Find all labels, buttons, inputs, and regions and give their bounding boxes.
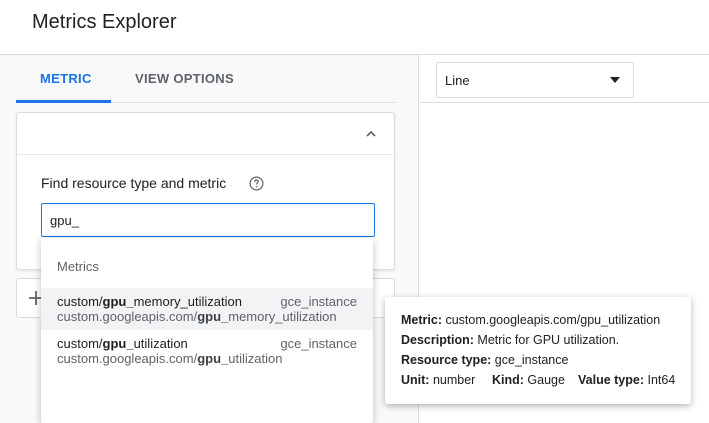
suggestion-metric-path: custom.googleapis.com/gpu_utilization (57, 351, 283, 366)
caret-down-icon (610, 77, 620, 83)
app-header: Metrics Explorer (0, 0, 709, 55)
metric-suggestions-dropdown: Metrics custom/gpu_memory_utilization gc… (41, 238, 373, 423)
tooltip-kind: Kind: Gauge (492, 373, 565, 387)
tooltip-value-type: Value type: Int64 (578, 373, 676, 387)
search-input[interactable] (41, 203, 375, 237)
tab-view-options[interactable]: VIEW OPTIONS (135, 71, 234, 86)
active-tab-indicator (16, 100, 111, 103)
card-header (17, 113, 394, 155)
suggestion-title: custom/gpu_memory_utilization (57, 294, 242, 309)
page-title: Metrics Explorer (32, 11, 177, 33)
chevron-up-icon[interactable] (363, 126, 379, 142)
suggestion-title: custom/gpu_utilization (57, 336, 188, 351)
suggestion-resource-type: gce_instance (280, 336, 357, 351)
tooltip-metric-line: Metric: custom.googleapis.com/gpu_utiliz… (401, 313, 661, 327)
suggestion-metric-path: custom.googleapis.com/gpu_memory_utiliza… (57, 309, 337, 324)
suggestion-resource-type: gce_instance (280, 294, 357, 309)
chart-type-value: Line (445, 73, 470, 88)
metric-details-tooltip: Metric: custom.googleapis.com/gpu_utiliz… (385, 297, 691, 404)
tooltip-description-line: Description: Metric for GPU utilization. (401, 333, 620, 347)
tooltip-resource-type-line: Resource type: gce_instance (401, 353, 569, 367)
tooltip-unit: Unit: number (401, 373, 476, 387)
tab-metric[interactable]: METRIC (40, 71, 92, 86)
tab-bar: METRIC VIEW OPTIONS (16, 55, 395, 103)
find-resource-label: Find resource type and metric (41, 175, 227, 191)
chart-type-select[interactable]: Line (436, 62, 634, 98)
suggestions-section-label: Metrics (57, 259, 99, 274)
suggestion-item-gpu-memory-utilization[interactable]: custom/gpu_memory_utilization gce_instan… (41, 288, 373, 330)
suggestion-item-gpu-utilization[interactable]: custom/gpu_utilization gce_instance cust… (41, 330, 373, 372)
help-circle-icon[interactable] (249, 176, 264, 191)
